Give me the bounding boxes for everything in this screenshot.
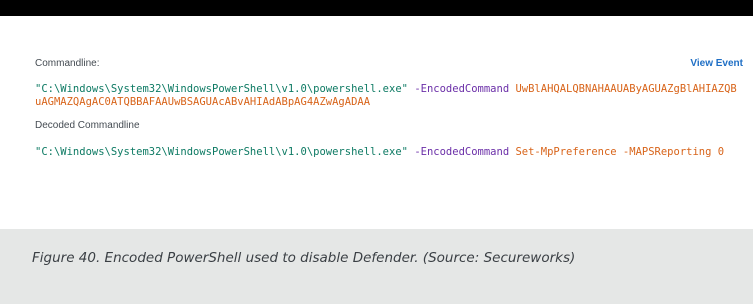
commandline-flag: -EncodedCommand <box>414 83 510 95</box>
commandline-label: Commandline: <box>35 58 100 69</box>
decoded-commandline-label: Decoded Commandline <box>35 120 140 131</box>
decoded-commandline-value: "C:\Windows\System32\WindowsPowerShell\v… <box>35 146 740 159</box>
view-event-link[interactable]: View Event <box>690 58 743 69</box>
commandline-value: "C:\Windows\System32\WindowsPowerShell\v… <box>35 83 740 109</box>
decoded-commandline-path: "C:\Windows\System32\WindowsPowerShell\v… <box>35 146 408 158</box>
commandline-path: "C:\Windows\System32\WindowsPowerShell\v… <box>35 83 408 95</box>
top-dark-bar <box>0 0 753 16</box>
event-detail-panel: Commandline: View Event "C:\Windows\Syst… <box>0 16 753 229</box>
figure-caption: Figure 40. Encoded PowerShell used to di… <box>32 250 576 266</box>
figure-caption-bar: Figure 40. Encoded PowerShell used to di… <box>0 229 753 304</box>
decoded-commandline-flag: -EncodedCommand <box>414 146 510 158</box>
decoded-commandline-argument: Set-MpPreference -MAPSReporting 0 <box>515 146 725 158</box>
